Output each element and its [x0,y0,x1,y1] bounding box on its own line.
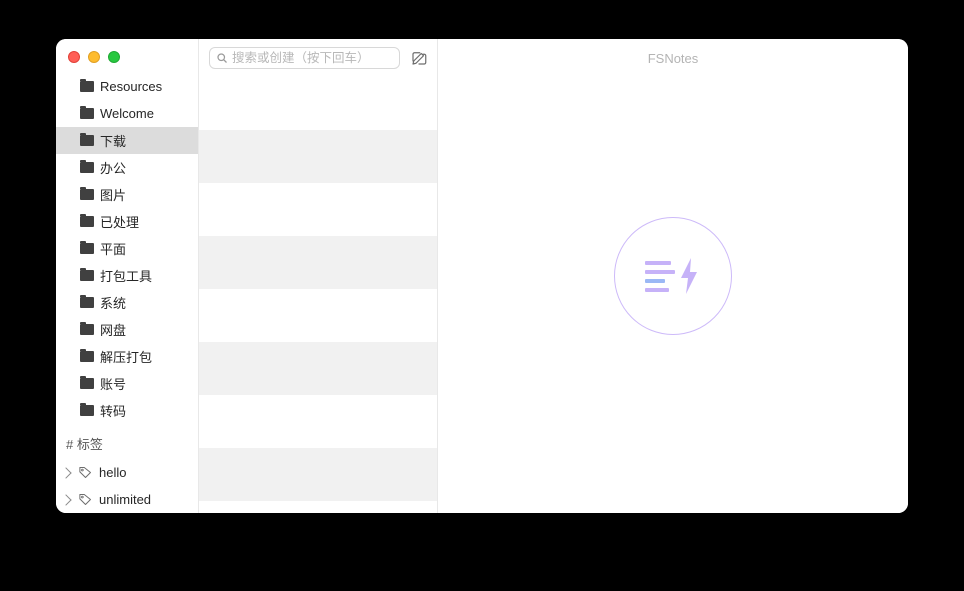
folder-icon [80,378,94,389]
folder-icon [80,243,94,254]
search-field[interactable] [209,47,400,69]
maximize-window-button[interactable] [108,51,120,63]
app-title: FSNotes [438,39,908,78]
folder-item[interactable]: 打包工具 [56,262,198,289]
folder-item[interactable]: 解压打包 [56,343,198,370]
tag-icon [78,465,93,480]
folder-label: 已处理 [100,212,139,231]
folder-icon [80,81,94,92]
toolbar [199,39,437,77]
tag-item[interactable]: hello [56,459,198,486]
folder-label: Welcome [100,106,154,121]
tag-list: hello unlimited [56,459,198,513]
tag-item[interactable]: unlimited [56,486,198,513]
folder-label: Resources [100,79,162,94]
folder-icon [80,351,94,362]
logo-lines-icon [645,261,675,292]
folder-icon [80,405,94,416]
folder-label: 办公 [100,158,126,177]
empty-state-logo [614,217,732,335]
folder-item[interactable]: 下载 [56,127,198,154]
folder-item[interactable]: 已处理 [56,208,198,235]
note-list-panel [199,39,438,513]
lightning-icon [677,256,701,296]
folder-icon [80,216,94,227]
tag-label: hello [99,465,126,480]
tag-label: unlimited [99,492,151,507]
compose-icon[interactable] [410,49,428,67]
folder-label: 下载 [100,131,126,150]
note-row[interactable] [199,289,437,342]
folder-label: 转码 [100,401,126,420]
folder-item[interactable]: 图片 [56,181,198,208]
folder-label: 打包工具 [100,266,152,285]
folder-item[interactable]: 网盘 [56,316,198,343]
folder-label: 图片 [100,185,126,204]
folder-icon [80,189,94,200]
folder-icon [80,297,94,308]
tags-header: # 标签 [56,424,198,459]
folder-icon [80,324,94,335]
app-window: Resources Welcome 下载办公图片已处理平面打包工具系统网盘解压打包账… [56,39,908,513]
folder-item[interactable]: 转码 [56,397,198,424]
search-input[interactable] [232,51,393,65]
tag-icon [78,492,93,507]
minimize-window-button[interactable] [88,51,100,63]
folder-item[interactable]: Welcome [56,100,198,127]
folder-item[interactable]: 办公 [56,154,198,181]
note-row[interactable] [199,342,437,395]
folder-item[interactable]: Resources [56,73,198,100]
editor-panel: FSNotes [438,39,908,513]
note-row[interactable] [199,183,437,236]
note-row[interactable] [199,77,437,130]
note-row[interactable] [199,448,437,501]
folder-item[interactable]: 系统 [56,289,198,316]
search-icon [216,52,228,64]
chevron-right-icon [60,467,71,478]
folder-label: 解压打包 [100,347,152,366]
folder-icon [80,135,94,146]
folder-label: 账号 [100,374,126,393]
note-row[interactable] [199,130,437,183]
note-row[interactable] [199,236,437,289]
folder-icon [80,162,94,173]
window-controls [56,39,198,73]
folder-item[interactable]: 账号 [56,370,198,397]
logo-circle [614,217,732,335]
folder-item[interactable]: 平面 [56,235,198,262]
folder-icon [80,108,94,119]
folder-label: 系统 [100,293,126,312]
close-window-button[interactable] [68,51,80,63]
note-list [199,77,437,513]
folder-icon [80,270,94,281]
folder-label: 网盘 [100,320,126,339]
chevron-right-icon [60,494,71,505]
folder-label: 平面 [100,239,126,258]
folder-list: Resources Welcome 下载办公图片已处理平面打包工具系统网盘解压打包账… [56,73,198,424]
sidebar: Resources Welcome 下载办公图片已处理平面打包工具系统网盘解压打包账… [56,39,199,513]
note-row[interactable] [199,395,437,448]
